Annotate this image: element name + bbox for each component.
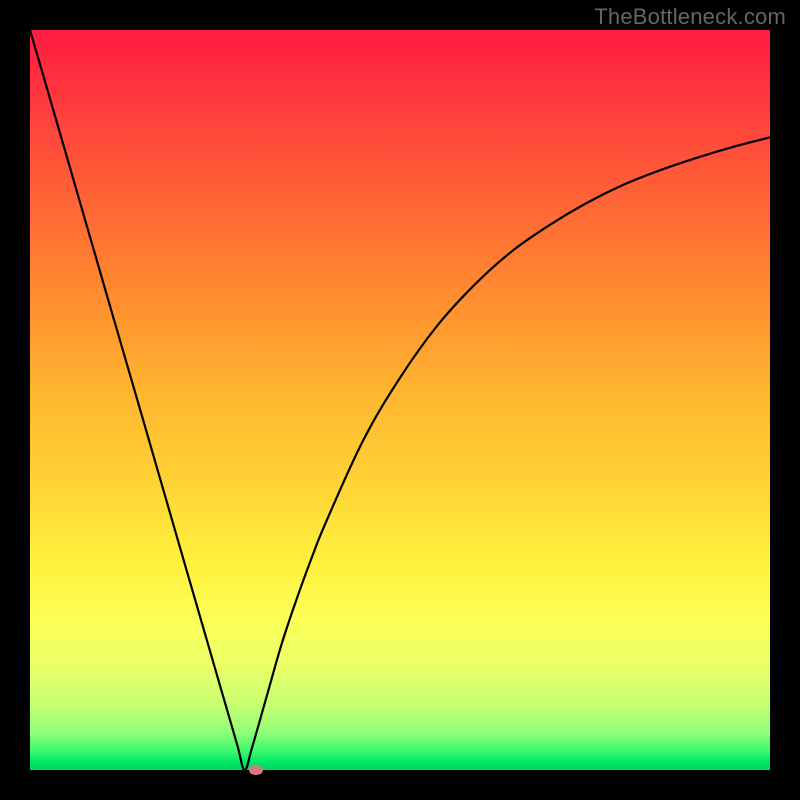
curve-svg xyxy=(30,30,770,770)
minimum-marker xyxy=(249,765,263,775)
outer-frame: TheBottleneck.com xyxy=(0,0,800,800)
watermark-text: TheBottleneck.com xyxy=(594,4,786,30)
chart-plot-area xyxy=(30,30,770,770)
bottleneck-curve xyxy=(30,30,770,770)
